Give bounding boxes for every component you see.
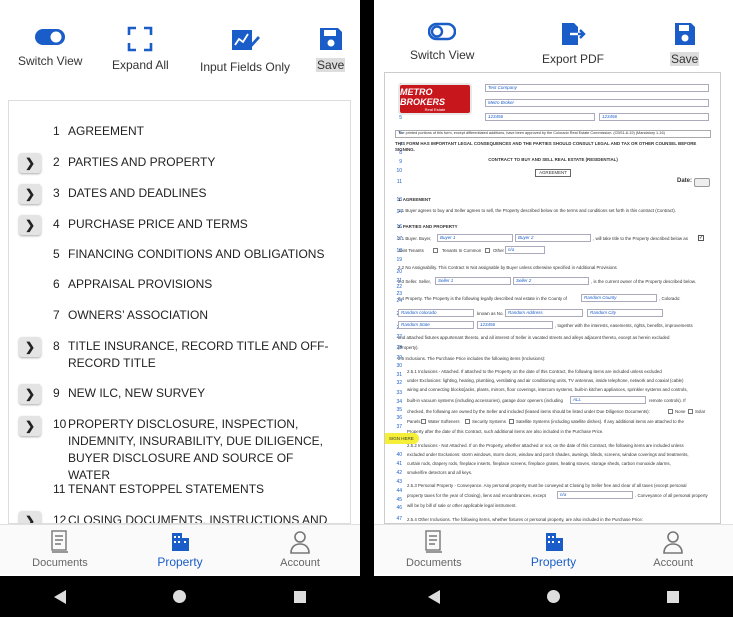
broker-field[interactable]: Metro Broker [485, 99, 709, 107]
chevron-right-icon[interactable]: ❯ [19, 215, 41, 235]
toggle-icon [35, 29, 66, 45]
user-icon [290, 531, 310, 554]
edit-form-icon [232, 30, 261, 50]
expand-all-button[interactable]: Expand All [112, 26, 169, 72]
chevron-right-icon[interactable]: ❯ [19, 511, 41, 523]
switch-view-button[interactable]: Switch View [410, 22, 474, 62]
back-icon[interactable] [427, 589, 440, 604]
document-icon [51, 530, 68, 553]
section-list: 1 AGREEMENT ❯ 2 PARTIES AND PROPERTY ❯ 3 DA… [8, 100, 351, 524]
expand-icon [128, 26, 153, 52]
security-checkbox[interactable] [465, 419, 470, 424]
nav-documents[interactable]: Documents [0, 525, 120, 574]
tic-checkbox[interactable] [485, 248, 490, 253]
nav-account[interactable]: Account [613, 525, 733, 574]
bottom-nav: Documents Property Account [0, 524, 360, 574]
none-checkbox[interactable] [668, 409, 673, 414]
toggle-icon [428, 22, 457, 41]
input-fields-only-button[interactable]: Input Fields Only [200, 26, 290, 74]
nav-account[interactable]: Account [240, 525, 360, 574]
address-field[interactable]: Random Address [505, 309, 583, 317]
satellite-checkbox[interactable] [509, 419, 514, 424]
city-field[interactable]: Random City [587, 309, 663, 317]
export-icon [562, 23, 586, 45]
user-icon [663, 531, 683, 554]
building-icon [172, 533, 189, 551]
nav-documents[interactable]: Documents [374, 525, 494, 574]
recents-icon[interactable] [294, 590, 307, 603]
water-softener-checkbox[interactable] [421, 419, 426, 424]
recents-icon[interactable] [667, 590, 680, 603]
state-field[interactable]: Random State [398, 321, 474, 329]
home-icon[interactable] [546, 590, 560, 603]
garage-remote-field[interactable]: ALL [570, 396, 646, 404]
contract-document: 1 2 3 4 5 6 7 8 9 10 11 13 14 16 17 18 1… [384, 72, 721, 524]
document-icon [425, 530, 442, 553]
agreement-button[interactable]: AGREEMENT [535, 169, 571, 177]
right-screen: Switch View Export PDF Save 1 2 3 4 5 6 … [374, 0, 733, 617]
bottom-nav: Documents Property Account [374, 524, 733, 574]
save-button[interactable]: Save [670, 22, 700, 66]
solar-checkbox[interactable] [688, 409, 693, 414]
seller1-field[interactable]: Seller 1 [435, 277, 511, 285]
date-picker[interactable] [694, 178, 710, 187]
building-icon [545, 533, 563, 551]
chevron-right-icon[interactable]: ❯ [19, 337, 41, 357]
legal-description-field[interactable]: Random colorado [398, 309, 474, 317]
seller2-field[interactable]: Seller 2 [513, 277, 589, 285]
joint-tenants-checkbox[interactable] [433, 248, 438, 253]
chevron-right-icon[interactable]: ❯ [19, 153, 41, 173]
export-pdf-button[interactable]: Export PDF [542, 22, 604, 66]
other-field[interactable]: n/a [505, 246, 545, 254]
home-icon[interactable] [173, 590, 187, 603]
zip-field[interactable]: 123456 [477, 321, 553, 329]
company-field[interactable]: Test Company [485, 84, 709, 92]
left-screen: Switch View Expand All Input Fields Only… [0, 0, 360, 617]
chevron-right-icon[interactable]: ❯ [19, 184, 41, 204]
save-button[interactable]: Save [316, 26, 346, 72]
switch-view-button[interactable]: Switch View [18, 26, 82, 68]
save-icon [319, 28, 342, 50]
license-field[interactable]: 123456 [599, 113, 709, 121]
county-field[interactable]: Random County [581, 294, 657, 302]
buyer1-field[interactable]: Buyer 1 [437, 234, 513, 242]
system-nav-bar [374, 576, 733, 617]
nav-property[interactable]: Property [120, 525, 240, 574]
nav-property[interactable]: Property [494, 525, 614, 574]
chevron-right-icon[interactable]: ❯ [19, 384, 41, 404]
back-icon[interactable] [53, 589, 66, 604]
encumbrances-field[interactable]: n/a [557, 491, 633, 499]
system-nav-bar [0, 576, 360, 617]
company-logo: METRO BROKERS Real Estate [398, 83, 472, 115]
save-icon [674, 23, 695, 45]
buyer2-field[interactable]: Buyer 2 [515, 234, 591, 242]
chevron-right-icon[interactable]: ❯ [19, 416, 41, 436]
broker-id-field[interactable]: 123456 [485, 113, 595, 121]
title-checkbox[interactable]: ✓ [698, 235, 704, 241]
